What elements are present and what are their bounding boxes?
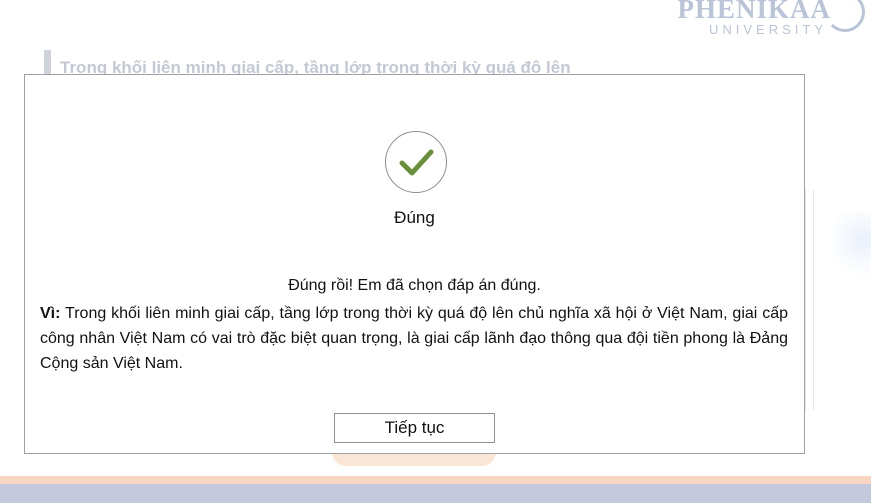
feedback-message: Đúng rồi! Em đã chọn đáp án đúng. (288, 277, 541, 294)
check-icon (385, 131, 447, 193)
feedback-dialog: Đúng Đúng rồi! Em đã chọn đáp án đúng. V… (24, 74, 805, 454)
result-title: Đúng (394, 208, 435, 227)
logo-subtitle: UNIVERSITY (708, 22, 827, 37)
logo-ring-icon (825, 0, 865, 32)
explanation-text: Trong khối liên minh giai cấp, tầng lớp … (40, 305, 788, 372)
logo-wordmark: PHENIKAA (677, 0, 831, 24)
footer-stripe-peach (0, 476, 871, 484)
explanation-label: Vì: (40, 305, 61, 322)
footer-stripe-lavender (0, 484, 871, 503)
background-decoration (831, 212, 871, 282)
continue-button[interactable]: Tiếp tục (334, 413, 495, 443)
explanation: Vì: Trong khối liên minh giai cấp, tầng … (40, 301, 788, 376)
